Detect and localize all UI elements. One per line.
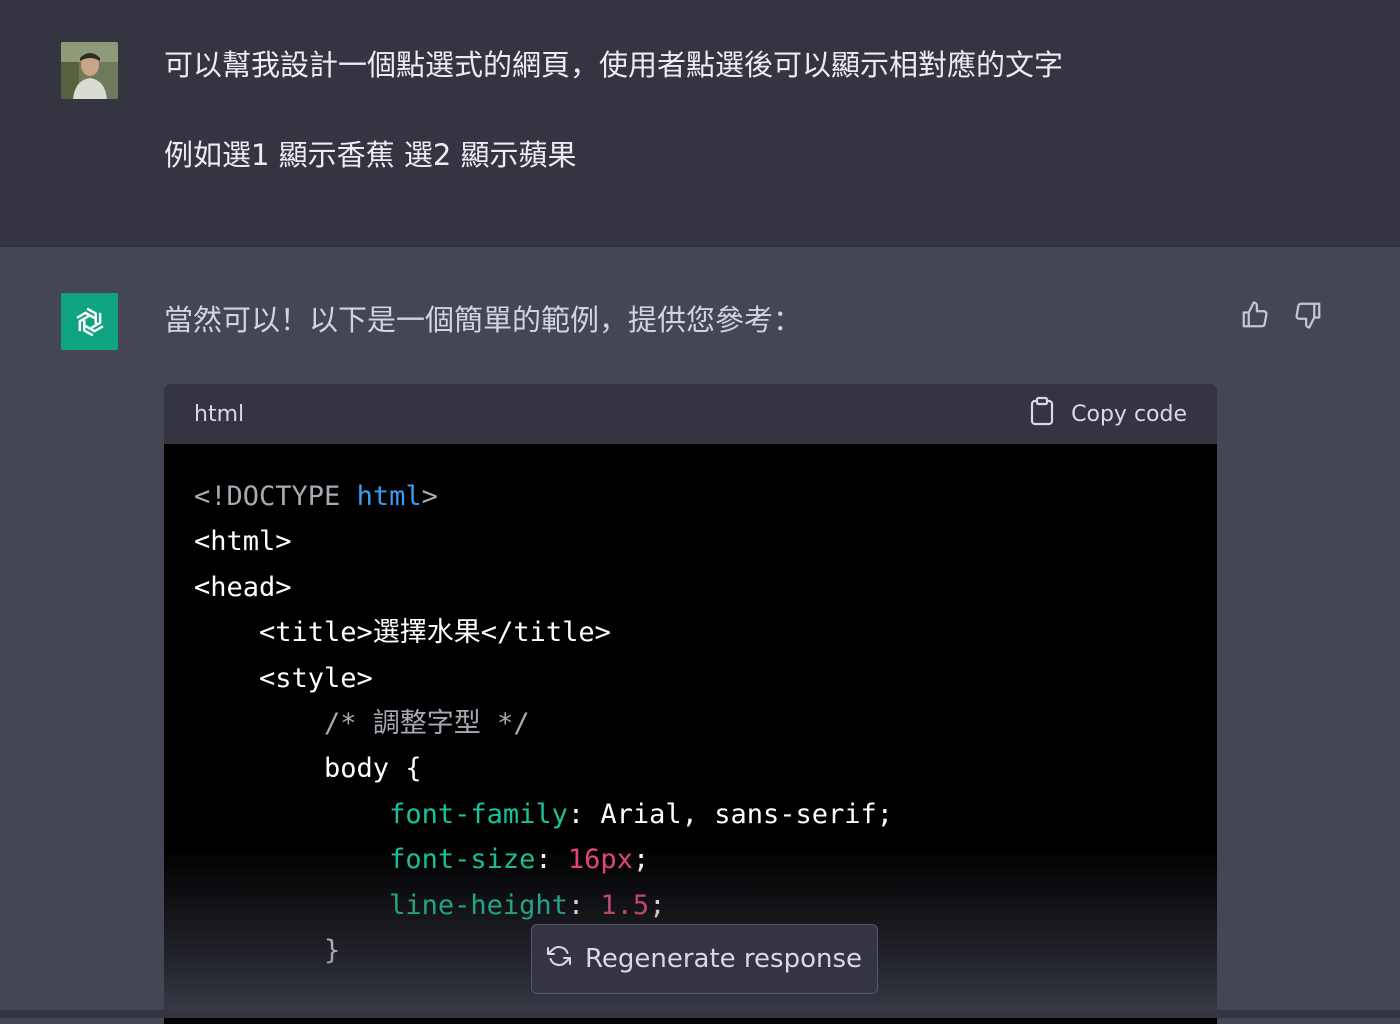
openai-logo-icon (61, 293, 118, 350)
code-line: font-size: 16px; (194, 837, 1187, 882)
code-line: <style> (194, 656, 1187, 701)
code-language-label: html (194, 401, 245, 427)
code-block-header: html Copy code (164, 384, 1217, 444)
code-token: : (567, 889, 601, 921)
code-token: 16px (567, 844, 633, 876)
clipboard-icon (1029, 396, 1055, 432)
regenerate-response-button[interactable]: Regenerate response (531, 924, 878, 994)
code-line: <title>選擇水果</title> (194, 610, 1187, 655)
code-token: <html> (194, 526, 292, 558)
code-token: <title>選擇水果</title> (194, 617, 611, 649)
thumbs-down-icon[interactable] (1292, 299, 1324, 331)
user-message-line-1: 可以幫我設計一個點選式的網頁，使用者點選後可以顯示相對應的文字 (164, 48, 1064, 82)
copy-code-button[interactable]: Copy code (1029, 396, 1187, 432)
user-avatar (61, 42, 118, 99)
code-token: : Arial, sans-serif; (567, 798, 893, 830)
refresh-icon (546, 944, 571, 975)
copy-code-label: Copy code (1071, 401, 1187, 427)
user-message-row: 可以幫我設計一個點選式的網頁，使用者點選後可以顯示相對應的文字 例如選1 顯示香… (0, 0, 1400, 247)
code-token: 1.5 (600, 889, 650, 921)
code-line: font-family: Arial, sans-serif; (194, 792, 1187, 837)
code-token: : (535, 844, 568, 876)
code-token: } (194, 934, 341, 966)
code-line: /* 調整字型 */ (194, 701, 1187, 746)
assistant-message-row: 當然可以！以下是一個簡單的範例，提供您參考： html Copy code <!… (0, 247, 1400, 1024)
code-line: line-height: 1.5; (194, 883, 1187, 928)
code-token: <!DOCTYPE (194, 481, 357, 512)
bottom-edge (0, 1010, 1400, 1018)
regenerate-response-label: Regenerate response (584, 944, 863, 974)
thumbs-up-icon[interactable] (1239, 299, 1271, 331)
code-token: body { (194, 753, 422, 785)
assistant-message-intro: 當然可以！以下是一個簡單的範例，提供您參考： (164, 303, 803, 337)
code-line: body { (194, 746, 1187, 791)
code-token: <style> (194, 662, 373, 694)
code-token: html (356, 481, 422, 512)
code-token: font-family (389, 798, 568, 830)
code-line: <head> (194, 565, 1187, 610)
code-token: > (421, 481, 438, 512)
code-token: line-height (389, 889, 568, 921)
code-token: font-size (389, 844, 536, 876)
code-token: <head> (194, 571, 292, 603)
user-message-line-2: 例如選1 顯示香蕉 選2 顯示蘋果 (164, 138, 577, 172)
code-line: <html> (194, 519, 1187, 564)
code-line: <!DOCTYPE html> (194, 474, 1187, 519)
code-token: ; (649, 889, 666, 921)
code-token: /* 調整字型 */ (194, 707, 530, 739)
code-token: ; (632, 844, 650, 876)
code-content: <!DOCTYPE html> <html> <head> <title>選擇水果<… (164, 444, 1217, 973)
